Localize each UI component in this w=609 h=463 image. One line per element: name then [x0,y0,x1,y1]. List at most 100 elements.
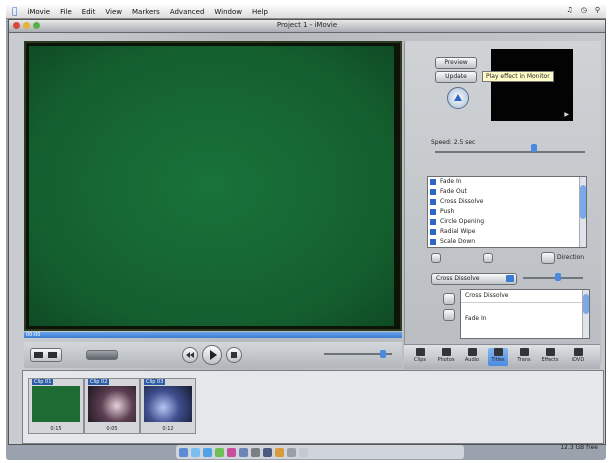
scrollbar-thumb[interactable] [583,294,589,314]
menu-item-help[interactable]: Help [252,8,268,16]
list-scrollbar[interactable] [579,177,586,247]
menu-bar:  iMovie File Edit View Markers Advanced… [6,5,606,19]
list-item[interactable]: Scale Down [428,237,586,247]
pane-toolbar: Clips Photos Audio Titles Trans Effects … [404,344,600,369]
idvd-dock-icon[interactable] [263,447,272,457]
menu-item-file[interactable]: File [60,8,72,16]
zoom-slider-thumb[interactable] [555,273,561,281]
list-item[interactable]: Fade In [461,313,589,325]
toolbar-button-effects[interactable]: Effects [540,348,560,366]
clip-item[interactable]: Clip 01 0:15 [28,378,84,434]
safari-icon[interactable] [203,447,212,457]
transition-dropdown[interactable]: Cross Dissolve [431,273,517,285]
effects-icon [545,348,555,356]
playback-controls [24,342,402,368]
clip-thumbnail [32,386,80,422]
garageband-icon[interactable] [275,447,284,457]
imovie-icon[interactable] [251,447,260,457]
ichat-icon[interactable] [215,447,224,457]
desktop-screen:  iMovie File Edit View Markers Advanced… [6,5,606,460]
imovie-window: Project 1 - iMovie 00:00 Preview Update … [8,19,606,445]
dropdown-value: Cross Dissolve [436,275,480,282]
list2-scrollbar[interactable] [582,290,589,338]
play-button[interactable] [202,345,222,365]
toolbar-button-photos[interactable]: Photos [436,348,456,366]
camera-toggle-icon [34,352,57,358]
clip-item[interactable]: Clip 02 0:05 [84,378,140,434]
preview-button[interactable]: Preview [435,57,477,69]
toolbar-button-transitions[interactable]: Trans [514,348,534,366]
list-item[interactable]: Radial Wipe [428,227,586,237]
volume-slider-thumb[interactable] [380,350,386,358]
clock-icon[interactable]: ◷ [581,6,587,14]
menu-item-window[interactable]: Window [214,8,242,16]
menu-item-edit[interactable]: Edit [82,8,96,16]
toolbar-label: iDVD [571,357,585,363]
rewind-button[interactable] [182,347,198,363]
side-button-1[interactable] [443,293,455,305]
scrubber-bar[interactable] [24,332,402,338]
effect-settings-list[interactable]: Cross Dissolve Fade In [460,289,590,339]
toolbar-label: Effects [541,357,559,363]
direction-button[interactable] [541,252,555,264]
direction-arrow-icon [454,94,462,101]
fullscreen-button[interactable] [226,347,242,363]
view-toggle-button[interactable] [30,348,62,362]
window-titlebar[interactable]: Project 1 - iMovie [9,20,605,33]
transitions-list[interactable]: Fade In Fade Out Cross Dissolve Push Cir… [427,176,587,248]
toolbar-button-idvd[interactable]: iDVD [568,348,588,366]
checkbox-2[interactable] [483,253,493,263]
list-item[interactable]: Cross Dissolve [428,197,586,207]
clip-label: Clip 01 [32,379,54,385]
mode-switch[interactable] [86,350,118,360]
list-item[interactable]: Cross Dissolve [461,290,589,303]
list-item[interactable]: Fade Out [428,187,586,197]
playhead-time: 00:00 [26,332,41,338]
iphoto-icon[interactable] [239,447,248,457]
menu-item-advanced[interactable]: Advanced [170,8,205,16]
speed-slider-thumb[interactable] [531,144,537,152]
direction-label: Direction [557,254,585,261]
photos-icon [441,348,451,356]
list-item[interactable]: Fade In [428,177,586,187]
itunes-icon[interactable] [227,447,236,457]
toolbar-button-audio[interactable]: Audio [462,348,482,366]
finder-icon[interactable] [179,447,188,457]
dock [176,445,464,459]
scrollbar-thumb[interactable] [580,185,586,219]
toolbar-button-clips[interactable]: Clips [410,348,430,366]
speed-slider-track[interactable] [435,151,585,153]
rewind-icon [186,352,194,358]
clip-duration: 0:12 [162,426,174,432]
transitions-panel: Preview Update ▶ Play effect in Monitor … [404,41,601,365]
toolbar-button-titles[interactable]: Titles [488,348,508,366]
update-button[interactable]: Update [435,71,477,83]
preview-button-label: Preview [444,59,468,66]
apple-menu-icon[interactable]:  [12,7,17,17]
menu-item-markers[interactable]: Markers [132,8,160,16]
menu-item-view[interactable]: View [105,8,122,16]
side-button-2[interactable] [443,309,455,321]
transition-preview: ▶ [491,49,573,121]
clip-item[interactable]: Clip 03 0:12 [140,378,196,434]
direction-dial[interactable] [447,87,469,109]
preferences-icon[interactable] [287,447,296,457]
checkbox-1[interactable] [431,253,441,263]
zoom-slider-track[interactable] [523,277,583,279]
free-space-status: 12.3 GB free [560,444,598,451]
clip-thumbnail [88,386,136,422]
list-item[interactable]: Circle Opening [428,217,586,227]
audio-icon [467,348,477,356]
menu-extras: ♫ ◷ ⚲ [566,6,600,14]
volume-icon[interactable]: ♫ [566,6,572,14]
clips-timeline[interactable]: Clip 01 0:15 Clip 02 0:05 Clip 03 0:12 [22,370,604,444]
mail-icon[interactable] [191,447,200,457]
viewer-frame [29,46,394,326]
trash-icon[interactable] [299,447,308,457]
menu-item-app[interactable]: iMovie [27,8,50,16]
list-item[interactable]: Push [428,207,586,217]
preview-play-icon: ▶ [564,111,569,118]
monitor-viewer[interactable] [24,41,402,331]
speed-label: Speed: 2.5 sec [431,139,476,146]
spotlight-icon[interactable]: ⚲ [595,6,600,14]
